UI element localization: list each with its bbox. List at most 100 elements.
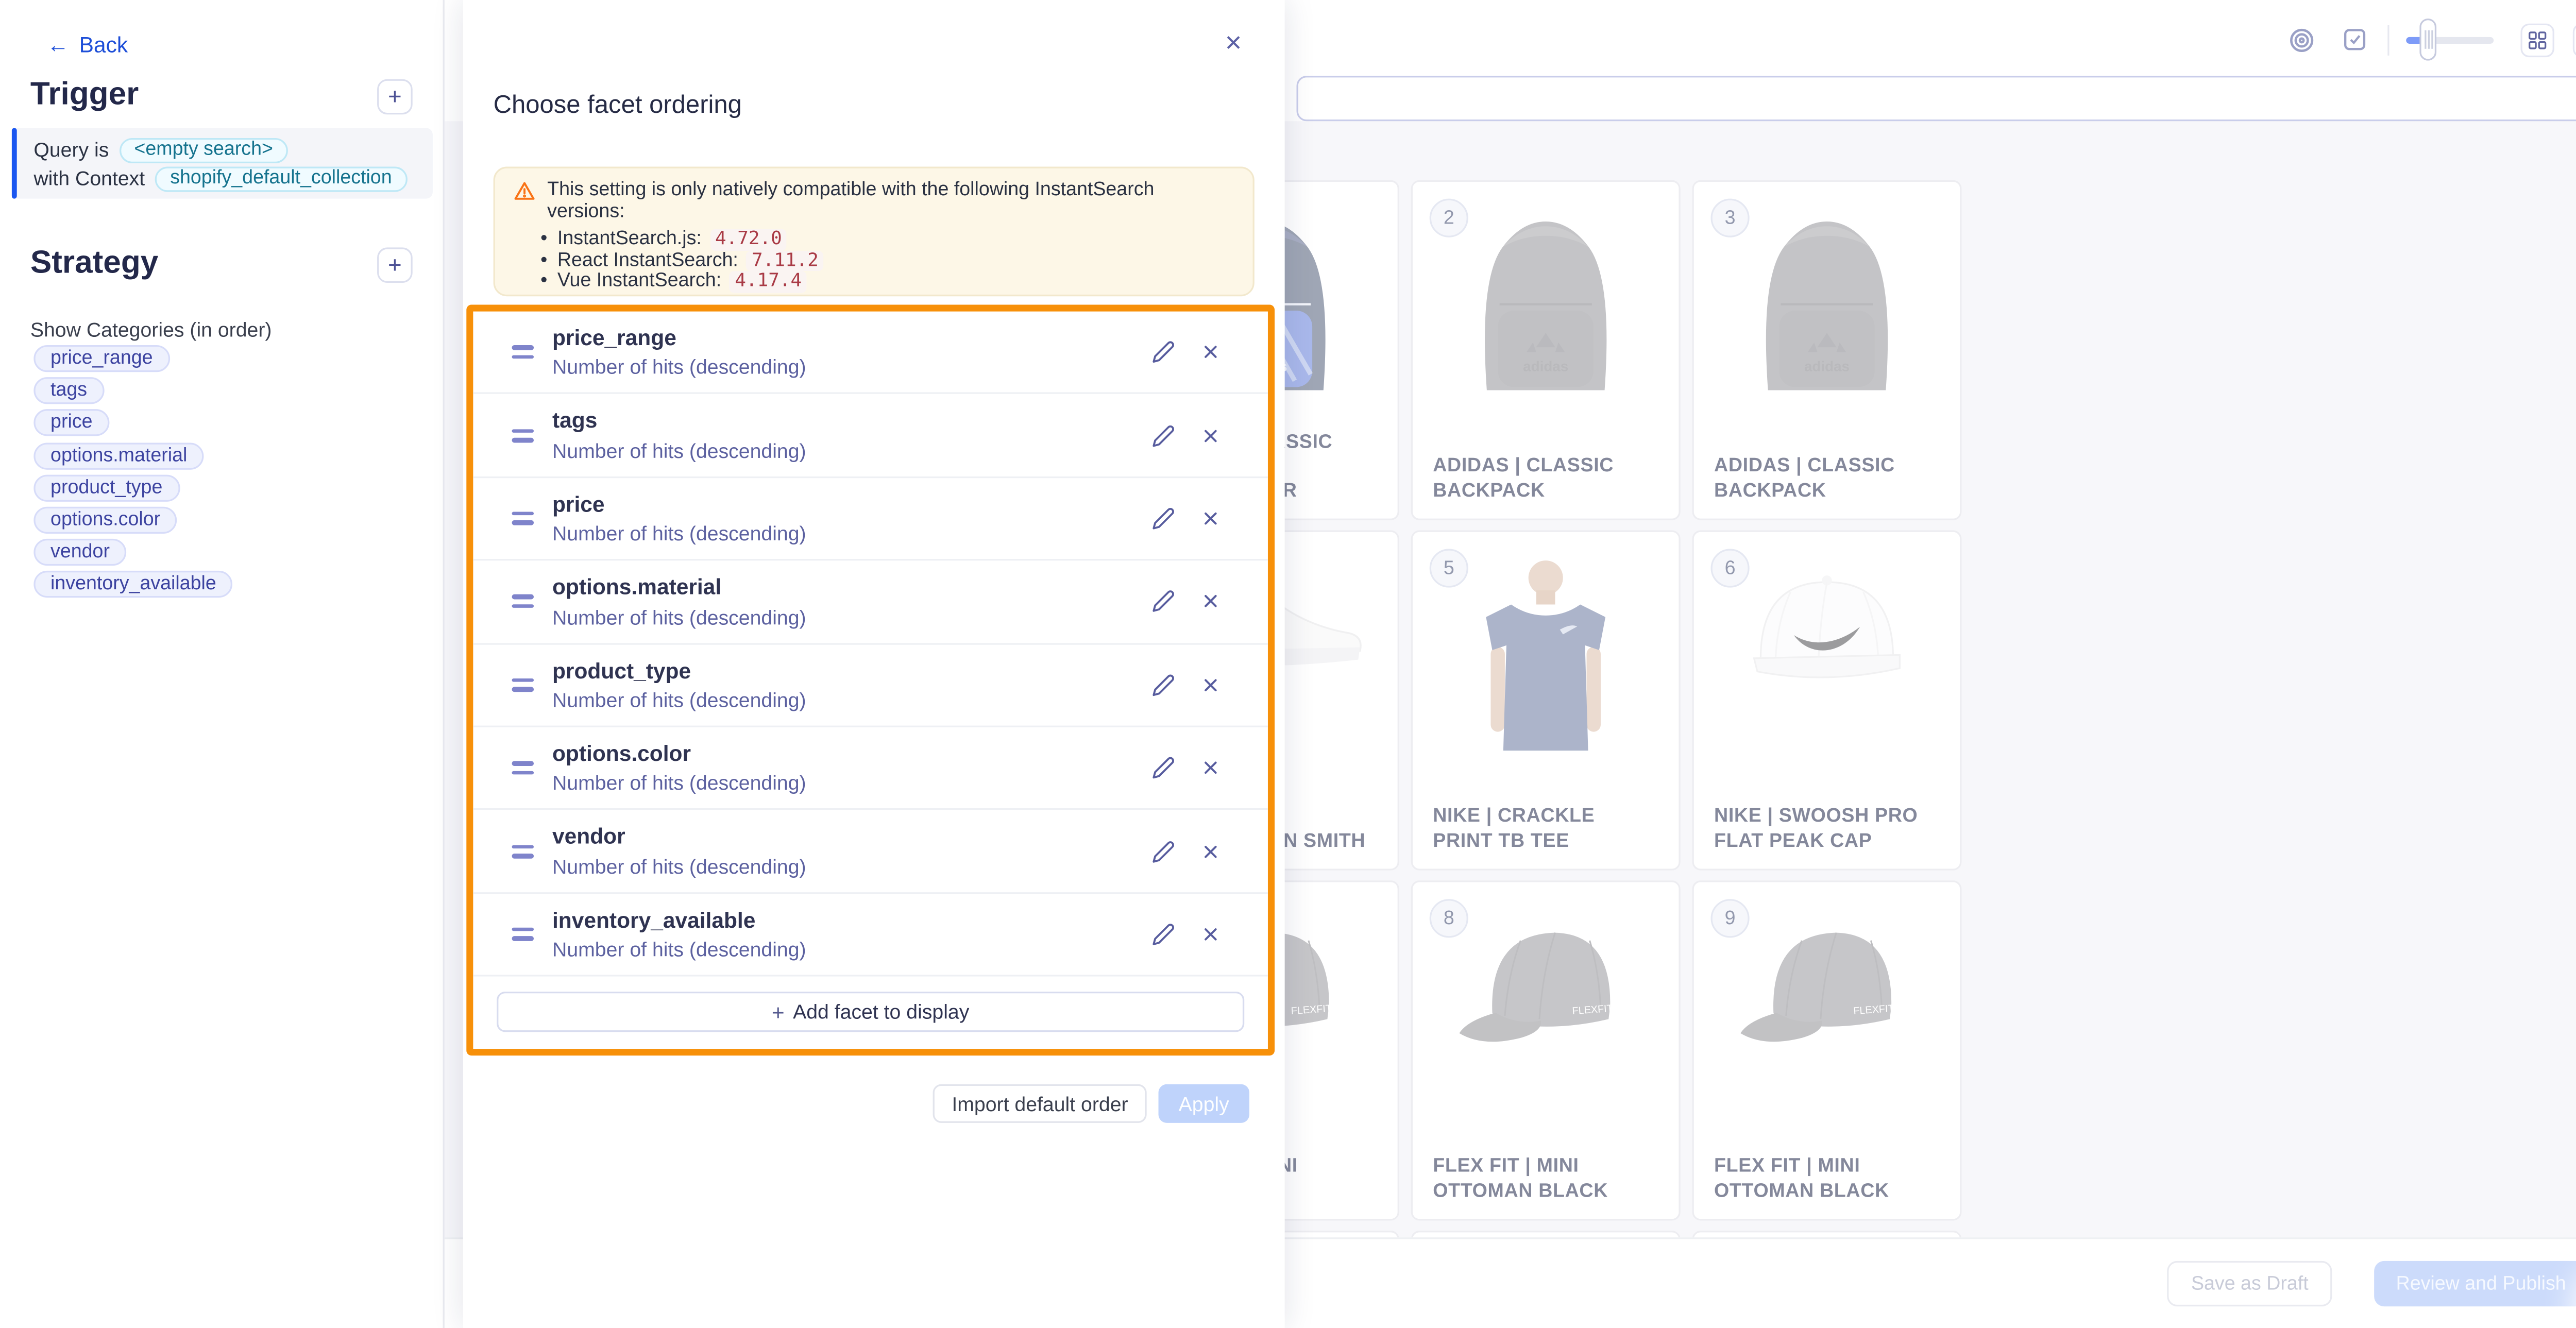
facet-row: product_type Number of hits (descending) (473, 644, 1268, 727)
search-input[interactable] (1297, 76, 2576, 121)
remove-facet-button[interactable] (1195, 837, 1224, 865)
product-card[interactable]: 8 FLEXFIT FLEX FIT | MINI OTTOMAN BLACK (1411, 880, 1681, 1220)
facet-row: options.color Number of hits (descending… (473, 727, 1268, 810)
facet-name: options.color (552, 741, 1130, 766)
product-name: FLEX FIT | MINI OTTOMAN BLACK (1433, 1155, 1658, 1204)
drag-handle-icon[interactable] (512, 512, 534, 525)
category-pill[interactable]: options.material (33, 442, 204, 469)
category-pill[interactable]: product_type (33, 474, 179, 501)
edit-facet-button[interactable] (1148, 421, 1177, 450)
product-card[interactable]: 6 NIKE | SWOOSH PRO FLAT PEAK CAP (1692, 530, 1962, 870)
trigger-header: Trigger + (30, 77, 413, 114)
product-image (1436, 559, 1655, 764)
edit-facet-button[interactable] (1148, 920, 1177, 949)
checkbox-icon[interactable] (2342, 27, 2367, 52)
facet-sort-order: Number of hits (descending) (552, 689, 1130, 712)
facet-sort-order: Number of hits (descending) (552, 605, 1130, 629)
version-value: 7.11.2 (747, 250, 824, 271)
apply-button[interactable]: Apply (1158, 1084, 1249, 1123)
product-name: ADIDAS | CLASSIC BACKPACK (1714, 454, 1940, 503)
facet-row: price_range Number of hits (descending) (473, 312, 1268, 395)
version-label: InstantSearch.js: (557, 229, 702, 250)
facet-name: product_type (552, 657, 1130, 683)
product-card[interactable]: 3 adidas ADIDAS | CLASSIC BACKPACK (1692, 180, 1962, 520)
slider-handle[interactable] (2419, 19, 2436, 61)
show-categories-label: Show Categories (in order) (30, 318, 272, 342)
save-as-draft-button[interactable]: Save as Draft (2167, 1261, 2332, 1306)
version-item: InstantSearch.js:4.72.0 (540, 229, 1236, 250)
query-label: Query is (33, 138, 109, 162)
facet-name: vendor (552, 824, 1130, 849)
import-default-order-button[interactable]: Import default order (933, 1084, 1146, 1123)
category-pill[interactable]: price_range (33, 345, 170, 372)
strategy-title: Strategy (30, 246, 158, 283)
sidebar: ← Back Trigger + Query is <empty search>… (0, 0, 445, 1328)
facet-name: price_range (552, 325, 1130, 350)
facet-ordering-list: price_range Number of hits (descending) … (466, 305, 1275, 1056)
version-label: React InstantSearch: (557, 250, 738, 271)
facet-row: options.material Number of hits (descend… (473, 561, 1268, 644)
remove-facet-button[interactable] (1195, 421, 1224, 450)
product-card[interactable]: 2 adidas ADIDAS | CLASSIC BACKPACK (1411, 180, 1681, 520)
add-facet-button[interactable]: +Add facet to display (497, 992, 1244, 1032)
product-name: NIKE | CRACKLE PRINT TB TEE (1433, 805, 1658, 854)
product-image: adidas (1718, 209, 1937, 414)
back-link[interactable]: ← Back (47, 32, 128, 57)
product-image: FLEXFIT (1718, 909, 1937, 1115)
close-icon[interactable]: ✕ (1221, 27, 1246, 60)
product-name: NIKE | SWOOSH PRO FLAT PEAK CAP (1714, 805, 1940, 854)
facet-sort-order: Number of hits (descending) (552, 439, 1130, 463)
edit-facet-button[interactable] (1148, 338, 1177, 367)
card-size-slider[interactable] (2406, 19, 2494, 61)
remove-facet-button[interactable] (1195, 587, 1224, 616)
target-icon[interactable] (2288, 26, 2315, 53)
category-pill-list: price_rangetags price options.material prod… (33, 345, 233, 598)
facet-name: tags (552, 408, 1130, 433)
edit-facet-button[interactable] (1148, 754, 1177, 782)
review-and-publish-button[interactable]: Review and Publish (2374, 1261, 2576, 1306)
edit-facet-button[interactable] (1148, 587, 1177, 616)
drag-handle-icon[interactable] (512, 928, 534, 941)
remove-facet-button[interactable] (1195, 671, 1224, 700)
drag-handle-icon[interactable] (512, 346, 534, 359)
product-card[interactable]: 9 FLEXFIT FLEX FIT | MINI OTTOMAN BLACK (1692, 880, 1962, 1220)
back-label: Back (79, 32, 128, 57)
version-list: InstantSearch.js:4.72.0React InstantSear… (540, 229, 1236, 292)
category-pill[interactable]: tags (33, 378, 104, 404)
settings-gear-button[interactable] (2573, 23, 2576, 56)
edit-facet-button[interactable] (1148, 504, 1177, 533)
grid-view-button[interactable] (2520, 23, 2554, 56)
drag-handle-icon[interactable] (512, 595, 534, 608)
remove-facet-button[interactable] (1195, 920, 1224, 949)
edit-facet-button[interactable] (1148, 671, 1177, 700)
product-name: FLEX FIT | MINI OTTOMAN BLACK (1714, 1155, 1940, 1204)
facet-row: vendor Number of hits (descending) (473, 810, 1268, 893)
category-pill[interactable]: options.color (33, 507, 177, 534)
product-card[interactable]: 5 NIKE | CRACKLE PRINT TB TEE (1411, 530, 1681, 870)
facet-sort-order: Number of hits (descending) (552, 855, 1130, 879)
category-pill[interactable]: vendor (33, 539, 126, 566)
facet-row: tags Number of hits (descending) (473, 395, 1268, 478)
edit-facet-button[interactable] (1148, 837, 1177, 865)
category-pill[interactable]: inventory_available (33, 571, 233, 598)
facet-ordering-modal: ✕ Choose facet ordering This setting is … (463, 0, 1285, 1328)
context-value-pill: shopify_default_collection (155, 166, 407, 191)
drag-handle-icon[interactable] (512, 678, 534, 691)
modal-actions: Import default order Apply (933, 1084, 1249, 1123)
drag-handle-icon[interactable] (512, 429, 534, 442)
drag-handle-icon[interactable] (512, 844, 534, 858)
toolbar-divider (2387, 24, 2389, 55)
remove-facet-button[interactable] (1195, 504, 1224, 533)
facet-sort-order: Number of hits (descending) (552, 938, 1130, 962)
category-pill[interactable]: price (33, 410, 109, 436)
product-image: FLEXFIT (1436, 909, 1655, 1115)
add-strategy-button[interactable]: + (377, 247, 413, 282)
add-trigger-button[interactable]: + (377, 78, 413, 114)
drag-handle-icon[interactable] (512, 761, 534, 775)
version-item: Vue InstantSearch:4.17.4 (540, 271, 1236, 293)
remove-facet-button[interactable] (1195, 338, 1224, 367)
product-image: adidas (1436, 209, 1655, 414)
remove-facet-button[interactable] (1195, 754, 1224, 782)
trigger-condition-card[interactable]: Query is <empty search> with Context sho… (12, 128, 433, 198)
trigger-title: Trigger (30, 77, 139, 114)
